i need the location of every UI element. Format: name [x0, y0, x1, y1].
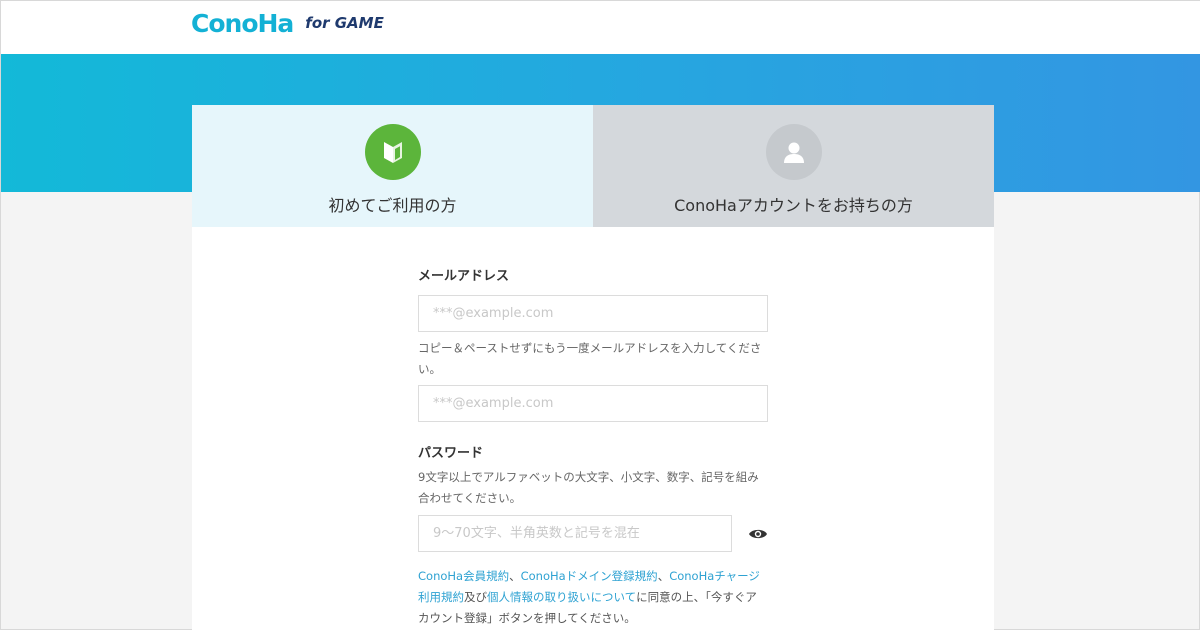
tab-existing-account-label: ConoHaアカウントをお持ちの方 [674, 196, 913, 215]
domain-terms-link[interactable]: ConoHaドメイン登録規約 [521, 569, 658, 583]
privacy-policy-link[interactable]: 個人情報の取り扱いについて [487, 590, 636, 604]
user-icon [765, 124, 822, 180]
show-password-eye-icon[interactable] [748, 527, 768, 541]
email-confirm-help: コピー＆ペーストせずにもう一度メールアドレスを入力してください。 [418, 341, 762, 376]
logo-main-text: ConoHa [191, 8, 294, 38]
terms-and-text: 及び [464, 590, 487, 604]
password-row [418, 515, 768, 552]
conoha-logo[interactable]: ConoHa for GAME [191, 7, 384, 39]
terms-agreement: ConoHa会員規約、ConoHaドメイン登録規約、ConoHaチャージ利用規約… [418, 566, 768, 629]
logo-sub-text: for GAME [305, 14, 384, 32]
member-terms-link[interactable]: ConoHa会員規約 [418, 569, 509, 583]
tab-new-user-label: 初めてご利用の方 [328, 196, 457, 215]
tab-new-user[interactable]: 初めてご利用の方 [192, 105, 593, 227]
password-help: 9文字以上でアルファベットの大文字、小文字、数字、記号を組み合わせてください。 [418, 470, 759, 505]
signup-card: 初めてご利用の方 ConoHaアカウントをお持ちの方 メールアドレス コピー＆ペ… [192, 105, 994, 630]
email-label: メールアドレス [418, 269, 510, 284]
tab-existing-account[interactable]: ConoHaアカウントをお持ちの方 [593, 105, 994, 227]
email-confirm-field[interactable] [418, 385, 768, 422]
site-header: ConoHa for GAME [1, 1, 1200, 54]
terms-separator: 、 [657, 569, 670, 583]
password-label: パスワード [418, 446, 484, 461]
password-field[interactable] [418, 515, 732, 552]
signup-form: メールアドレス コピー＆ペーストせずにもう一度メールアドレスを入力してください。… [418, 265, 768, 629]
terms-separator: 、 [509, 569, 521, 583]
email-field[interactable] [418, 295, 768, 332]
beginner-mark-icon [364, 124, 421, 180]
